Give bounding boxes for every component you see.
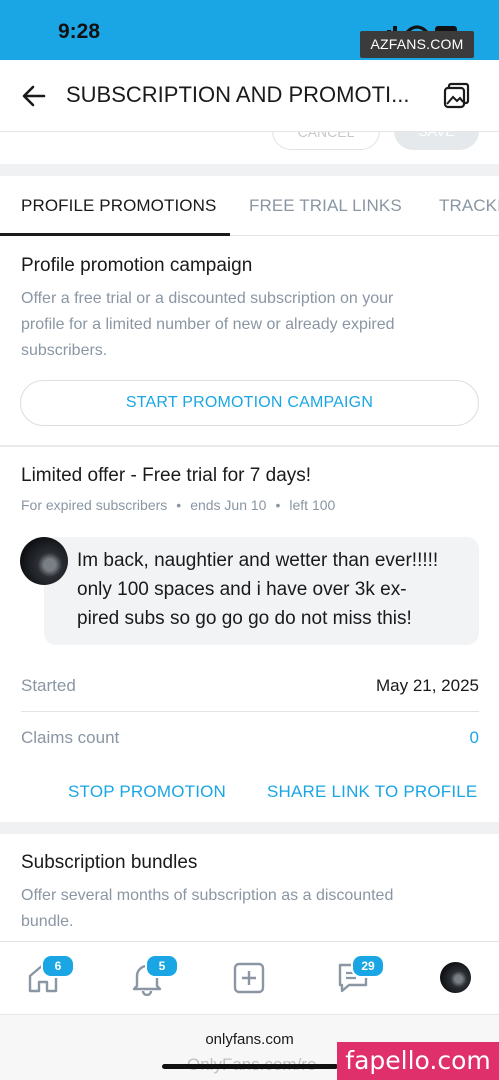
section-gap — [0, 164, 499, 176]
app-header: SUBSCRIPTION AND PROMOTI... — [0, 60, 499, 132]
started-label: Started — [21, 676, 76, 695]
add-post-icon — [233, 962, 265, 994]
offer-ends: ends Jun 10 — [190, 497, 267, 513]
row-divider — [21, 711, 479, 712]
offer-title: Limited offer - Free trial for 7 days! — [21, 465, 312, 486]
offer-meta: For expired subscribers • ends Jun 10 • left… — [21, 497, 335, 513]
claims-value[interactable]: 0 — [470, 728, 479, 748]
promotion-tabs: PROFILE PROMOTIONS FREE TRIAL LINKS TRAC… — [0, 176, 499, 236]
tab-tracking-links[interactable]: TRACKI — [439, 196, 499, 216]
messages-badge: 29 — [351, 954, 385, 978]
page-title: SUBSCRIPTION AND PROMOTI... — [66, 82, 410, 107]
share-link-button[interactable]: SHARE LINK TO PROFILE — [267, 782, 477, 802]
bundles-title: Subscription bundles — [21, 852, 198, 873]
meta-separator: • — [176, 497, 182, 513]
claims-label: Claims count — [21, 728, 120, 747]
start-promotion-campaign-button[interactable]: START PROMOTION CAMPAIGN — [20, 380, 479, 426]
home-indicator — [162, 1064, 338, 1069]
offer-message-bubble: Im back, naughtier and wetter than ever!… — [44, 537, 479, 645]
nav-messages[interactable]: 29 — [335, 954, 385, 996]
claims-row: Claims count 0 — [21, 728, 479, 748]
save-button[interactable]: SAVE — [394, 132, 479, 150]
section-gap — [0, 822, 499, 834]
offer-remaining: left 100 — [289, 497, 336, 513]
meta-separator: • — [275, 497, 281, 513]
notifications-badge: 5 — [145, 954, 179, 978]
started-row: Started May 21, 2025 — [21, 676, 479, 696]
image-gallery-icon[interactable] — [442, 82, 470, 110]
campaign-description: Offer a free trial or a discounted subsc… — [21, 290, 395, 359]
campaign-title: Profile promotion campaign — [21, 255, 253, 276]
started-value: May 21, 2025 — [375, 676, 479, 695]
form-actions: CANCEL SAVE — [0, 132, 499, 164]
stop-promotion-button[interactable]: STOP PROMOTION — [68, 782, 226, 802]
tab-free-trial-links[interactable]: FREE TRIAL LINKS — [249, 196, 402, 216]
active-tab-indicator — [0, 233, 230, 236]
watermark-fapello: fapello.com — [337, 1042, 499, 1080]
cancel-button[interactable]: CANCEL — [272, 132, 380, 150]
bottom-navigation: 6 5 29 — [0, 941, 499, 1014]
nav-notifications[interactable]: 5 — [129, 954, 179, 997]
tab-profile-promotions[interactable]: PROFILE PROMOTIONS — [21, 196, 216, 216]
status-time: 9:28 — [58, 20, 101, 43]
watermark-azfans: AZFANS.COM — [360, 31, 474, 58]
home-badge: 6 — [41, 954, 75, 978]
avatar[interactable] — [20, 537, 68, 585]
bundles-description: Offer several months of subscription as … — [21, 887, 394, 930]
nav-add-post[interactable] — [231, 960, 267, 996]
offer-audience: For expired subscribers — [21, 497, 168, 513]
back-arrow-icon[interactable] — [20, 82, 48, 110]
profile-avatar[interactable] — [440, 962, 471, 993]
nav-home[interactable]: 6 — [25, 954, 75, 996]
section-divider — [0, 445, 499, 447]
